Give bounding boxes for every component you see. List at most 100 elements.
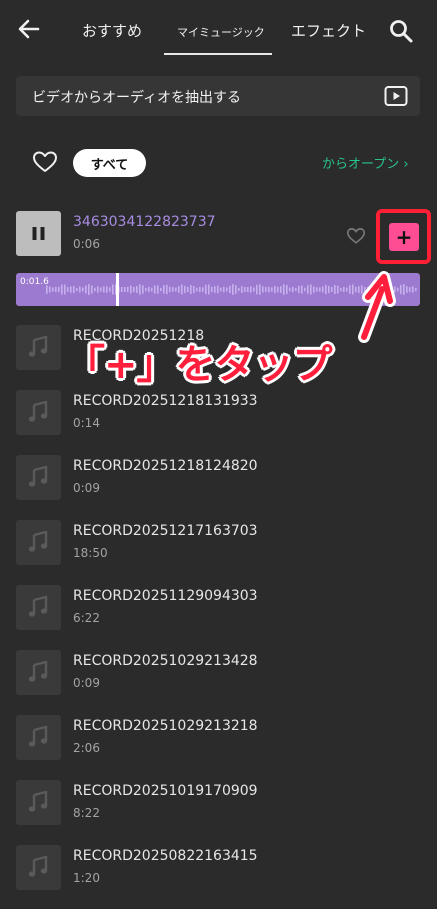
waveform-bar [133, 286, 135, 293]
waveform-bar [73, 286, 75, 293]
track-title: RECORD20251217163703 [73, 523, 258, 539]
waveform-bar [274, 285, 276, 294]
waveform-bar [331, 287, 333, 292]
track-thumbnail[interactable] [16, 325, 61, 370]
waveform-bar [217, 285, 219, 294]
waveform-bar [160, 287, 162, 292]
track-row[interactable]: RECORD20251218124820 0:09 [0, 455, 437, 517]
video-play-icon [384, 86, 408, 106]
waveform-bar [130, 285, 132, 294]
waveform-bar [337, 285, 339, 294]
music-note-icon [28, 531, 48, 552]
waveform-bar [286, 285, 288, 294]
back-arrow-icon[interactable] [14, 14, 44, 44]
waveform-bar [58, 286, 60, 293]
waveform-bar [190, 285, 192, 294]
waveform-bar [241, 286, 243, 293]
track-thumbnail[interactable] [16, 845, 61, 890]
open-from-link[interactable]: からオープン › [322, 153, 409, 172]
current-time: 0:01.6 [20, 277, 49, 287]
track-thumbnail[interactable] [16, 650, 61, 695]
waveform-bar [94, 287, 96, 292]
track-thumbnail[interactable] [16, 715, 61, 760]
filter-all-chip[interactable]: すべて [73, 149, 146, 177]
annotation-callout: 「+」をタップ [65, 342, 333, 388]
track-thumbnail[interactable] [16, 780, 61, 825]
waveform-bar [253, 287, 255, 292]
track-thumbnail[interactable] [16, 211, 61, 256]
playhead-handle[interactable] [116, 273, 119, 306]
track-thumbnail[interactable] [16, 585, 61, 630]
search-icon[interactable] [388, 18, 414, 44]
track-duration: 8:22 [73, 806, 100, 820]
top-bar: おすすめ マイミュージック エフェクト [0, 0, 437, 62]
waveform-bar [223, 286, 225, 293]
waveform-bar [304, 287, 306, 292]
waveform-bar [49, 286, 51, 293]
waveform-bar [154, 285, 156, 294]
track-row[interactable]: RECORD20251019170909 8:22 [0, 780, 437, 842]
waveform-bar [280, 286, 282, 293]
track-thumbnail[interactable] [16, 390, 61, 435]
track-row[interactable]: RECORD20251029213218 2:06 [0, 715, 437, 777]
track-duration: 0:09 [73, 481, 100, 495]
music-note-icon [28, 336, 48, 357]
waveform-bar [67, 287, 69, 292]
track-row[interactable]: RECORD20250822163415 1:20 [0, 845, 437, 907]
track-duration: 2:06 [73, 741, 100, 755]
waveform-bar [334, 284, 336, 295]
tab-effects[interactable]: エフェクト [291, 20, 366, 41]
music-note-icon [28, 401, 48, 422]
favorites-heart-icon[interactable] [32, 150, 58, 174]
track-title: RECORD20251029213218 [73, 718, 258, 734]
waveform-bar [247, 286, 249, 293]
waveform-bar [277, 286, 279, 293]
waveform-bar [193, 285, 195, 294]
active-track-duration: 0:06 [73, 237, 100, 251]
waveform-bar [55, 286, 57, 293]
extract-audio-button[interactable]: ビデオからオーディオを抽出する [16, 76, 420, 116]
music-note-icon [28, 726, 48, 747]
waveform-bar [406, 286, 408, 293]
waveform-bar [205, 284, 207, 295]
track-title: RECORD20251029213428 [73, 653, 258, 669]
waveform-bar [82, 287, 84, 292]
waveform-bar [76, 287, 78, 292]
track-thumbnail[interactable] [16, 455, 61, 500]
music-note-icon [28, 466, 48, 487]
waveform-bar [325, 284, 327, 295]
waveform-bar [298, 285, 300, 294]
track-title: RECORD20251019170909 [73, 783, 258, 799]
pause-icon[interactable] [31, 226, 46, 241]
active-track-row[interactable]: 3463034122823737 0:06 [0, 211, 437, 273]
active-tab-indicator [164, 53, 272, 55]
waveform-bar [184, 285, 186, 294]
track-row[interactable]: RECORD20251129094303 6:22 [0, 585, 437, 647]
waveform-bar [163, 285, 165, 294]
waveform-bar [196, 287, 198, 292]
waveform-bar [289, 287, 291, 292]
tab-recommended[interactable]: おすすめ [82, 20, 142, 41]
waveform-bar [310, 284, 312, 295]
waveform-bar [157, 285, 159, 294]
waveform-bar [181, 284, 183, 295]
track-duration: 18:50 [73, 546, 108, 560]
track-row[interactable]: RECORD20251217163703 18:50 [0, 520, 437, 582]
waveform-bar [220, 287, 222, 292]
track-thumbnail[interactable] [16, 520, 61, 565]
tab-my-music[interactable]: マイミュージック [177, 24, 265, 40]
waveform-bar [292, 286, 294, 293]
track-row[interactable]: RECORD20251029213428 0:09 [0, 650, 437, 712]
waveform-bar [178, 286, 180, 293]
extract-audio-label: ビデオからオーディオを抽出する [32, 90, 242, 106]
like-heart-icon[interactable] [346, 227, 366, 245]
waveform-bar [295, 287, 297, 292]
track-row[interactable]: RECORD20251218131933 0:14 [0, 390, 437, 452]
waveform-bar [265, 287, 267, 292]
waveform-bar [121, 286, 123, 293]
add-track-button[interactable]: + [389, 223, 419, 251]
track-duration: 6:22 [73, 611, 100, 625]
waveform-bar [244, 286, 246, 293]
waveform-bar [100, 287, 102, 292]
waveform-bar [91, 285, 93, 294]
